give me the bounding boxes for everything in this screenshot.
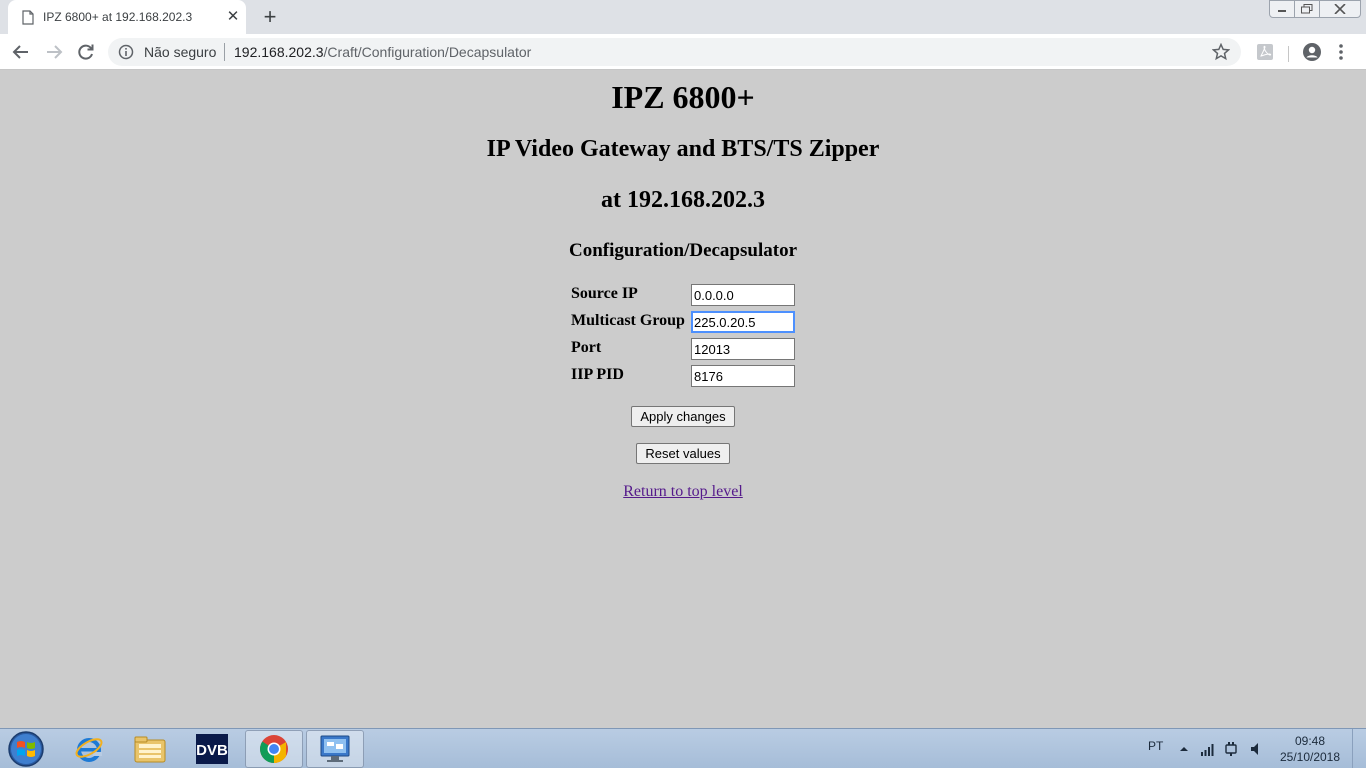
close-window-icon: [1334, 4, 1346, 14]
form-row-port: Port: [571, 337, 801, 361]
extension-pdf-icon[interactable]: [1256, 43, 1274, 61]
taskbar-remote-desktop[interactable]: [306, 730, 364, 768]
chrome-icon: [260, 735, 288, 763]
window-restore-button[interactable]: [1294, 0, 1320, 18]
source-ip-input[interactable]: [691, 284, 795, 306]
multicast-group-input[interactable]: [691, 311, 795, 333]
show-desktop-button[interactable]: [1352, 729, 1366, 768]
more-menu-icon[interactable]: [1336, 42, 1346, 62]
taskbar-file-explorer[interactable]: [121, 730, 179, 768]
source-ip-label: Source IP: [571, 285, 638, 302]
url-text[interactable]: 192.168.202.3/Craft/Configuration/Decaps…: [234, 44, 531, 60]
window-minimize-button[interactable]: [1269, 0, 1295, 18]
back-arrow-icon: [12, 45, 28, 59]
page-title: IPZ 6800+: [611, 79, 755, 115]
tab-title: IPZ 6800+ at 192.168.202.3: [43, 10, 193, 24]
browser-tab[interactable]: IPZ 6800+ at 192.168.202.3 ✕: [8, 0, 246, 34]
taskbar-chrome[interactable]: [245, 730, 303, 768]
form-row-source-ip: Source IP: [571, 283, 801, 307]
windows-taskbar: DVB PT 09:48 25/10/2018: [0, 728, 1366, 768]
reload-icon: [78, 44, 94, 60]
svg-text:DVB: DVB: [196, 742, 228, 759]
iip-pid-input[interactable]: [691, 365, 795, 387]
port-input[interactable]: [691, 338, 795, 360]
form-row-iip-pid: IIP PID: [571, 364, 801, 388]
file-explorer-icon: [134, 736, 166, 763]
page-subtitle: IP Video Gateway and BTS/TS Zipper: [486, 136, 880, 162]
taskbar-internet-explorer[interactable]: [60, 730, 118, 768]
back-button[interactable]: [10, 41, 32, 63]
info-icon[interactable]: [118, 44, 134, 60]
iip-pid-label: IIP PID: [571, 366, 624, 383]
url-path: /Craft/Configuration/Decapsulator: [323, 44, 532, 60]
security-label[interactable]: Não seguro: [144, 44, 216, 60]
browser-tabstrip: IPZ 6800+ at 192.168.202.3 ✕ +: [0, 0, 1366, 34]
page-content: IPZ 6800+ IP Video Gateway and BTS/TS Zi…: [0, 71, 1366, 728]
system-clock[interactable]: 09:48 25/10/2018: [1279, 733, 1341, 765]
new-tab-button[interactable]: +: [259, 6, 281, 28]
device-address: at 192.168.202.3: [601, 187, 765, 213]
show-hidden-icons-icon[interactable]: [1176, 741, 1192, 757]
clock-date: 25/10/2018: [1279, 750, 1341, 764]
toolbar-divider: [1288, 46, 1289, 62]
dvb-app-icon: DVB: [196, 734, 228, 764]
forward-arrow-icon: [47, 45, 63, 59]
reset-values-button[interactable]: Reset values: [636, 443, 730, 464]
power-plug-icon[interactable]: [1223, 741, 1239, 757]
url-divider: [224, 43, 225, 61]
apply-changes-button[interactable]: Apply changes: [631, 406, 735, 427]
internet-explorer-icon: [75, 738, 103, 762]
network-signal-icon[interactable]: [1200, 741, 1216, 757]
reload-button[interactable]: [75, 41, 97, 63]
forward-button[interactable]: [43, 41, 65, 63]
return-to-top-level-link[interactable]: Return to top level: [623, 483, 743, 500]
window-close-button[interactable]: [1319, 0, 1361, 18]
close-tab-icon[interactable]: ✕: [225, 9, 241, 25]
minimize-icon: [1278, 10, 1286, 12]
restore-icon: [1301, 4, 1313, 14]
bookmark-star-icon[interactable]: [1212, 43, 1230, 61]
port-label: Port: [571, 339, 602, 356]
section-heading: Configuration/Decapsulator: [569, 240, 797, 261]
url-host: 192.168.202.3: [234, 44, 324, 60]
start-orb-icon[interactable]: [6, 730, 46, 768]
profile-avatar-icon[interactable]: [1302, 42, 1322, 62]
volume-icon[interactable]: [1249, 741, 1265, 757]
top-level-link-container: Return to top level: [0, 483, 1366, 501]
clock-time: 09:48: [1294, 734, 1326, 748]
taskbar-dvb-app[interactable]: DVB: [183, 730, 241, 768]
input-language-indicator[interactable]: PT: [1148, 739, 1163, 753]
address-bar[interactable]: Não seguro 192.168.202.3/Craft/Configura…: [108, 38, 1241, 66]
browser-toolbar: Não seguro 192.168.202.3/Craft/Configura…: [0, 34, 1366, 70]
document-icon: [22, 10, 34, 25]
multicast-group-label: Multicast Group: [571, 312, 685, 329]
form-row-multicast-group: Multicast Group: [571, 310, 801, 334]
remote-desktop-icon: [320, 735, 350, 762]
